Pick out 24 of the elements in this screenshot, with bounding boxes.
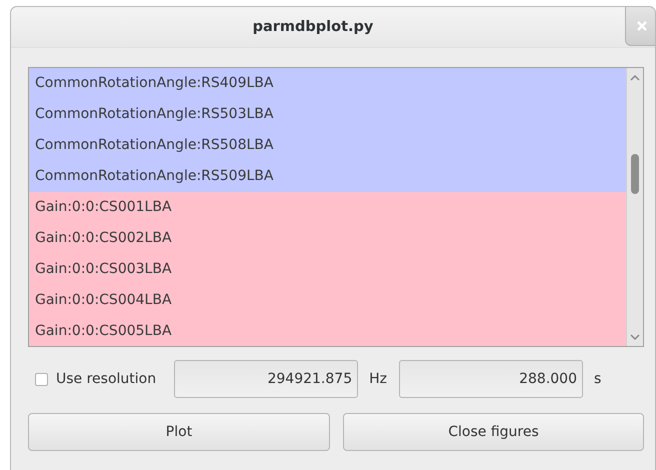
list-item[interactable]: Gain:0:0:CS003LBA <box>29 254 626 285</box>
list-item[interactable]: CommonRotationAngle:RS409LBA <box>29 68 626 99</box>
list-item[interactable]: CommonRotationAngle:RS509LBA <box>29 161 626 192</box>
list-item[interactable]: CommonRotationAngle:RS508LBA <box>29 130 626 161</box>
list-item[interactable]: Gain:0:0:CS004LBA <box>29 285 626 316</box>
list-item[interactable]: Gain:0:0:CS001LBA <box>29 192 626 223</box>
frequency-field[interactable]: 294921.875 <box>174 360 358 398</box>
action-button[interactable]: Plot <box>28 413 330 451</box>
window-title: parmdbplot.py <box>252 19 374 35</box>
scroll-up-icon[interactable] <box>630 74 640 81</box>
checkbox-label: Use resolution <box>56 371 156 387</box>
scrollbar[interactable] <box>626 68 643 346</box>
list-item[interactable]: CommonRotationAngle:RS503LBA <box>29 99 626 130</box>
resolution-checkbox[interactable] <box>35 372 48 386</box>
unit-label: Hz <box>369 371 387 387</box>
close-icon <box>636 20 648 32</box>
scrollbar-thumb[interactable] <box>631 154 639 194</box>
unit-label: s <box>594 371 602 387</box>
time-field[interactable]: 288.000 <box>399 360 583 398</box>
scroll-down-icon[interactable] <box>630 334 640 341</box>
list-item[interactable]: Gain:0:0:CS002LBA <box>29 223 626 254</box>
list-item[interactable]: Gain:0:0:CS005LBA <box>29 316 626 346</box>
close-button[interactable] <box>625 7 655 46</box>
action-button[interactable]: Close figures <box>343 413 644 451</box>
